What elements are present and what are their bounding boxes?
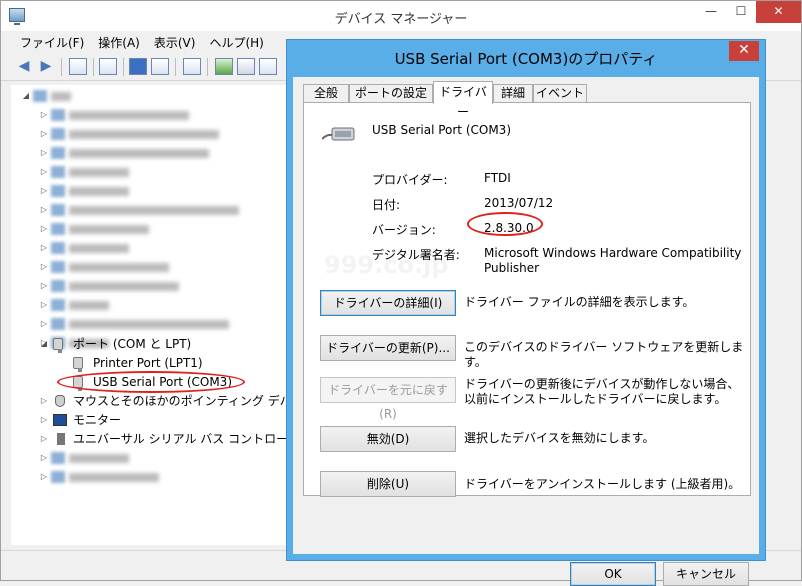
signer-label: デジタル署名者:: [372, 248, 460, 262]
usb-icon: [57, 433, 65, 445]
rollback-driver-desc: ドライバーの更新後にデバイスが動作しない場合、以前にインストールしたドライバーに…: [464, 377, 740, 406]
disable-button[interactable]: 無効(D): [320, 426, 456, 452]
window-controls: — ☐ ✕: [696, 1, 801, 23]
tab-details[interactable]: 詳細: [493, 84, 533, 103]
version-label: バージョン:: [372, 223, 436, 237]
date-label: 日付:: [372, 198, 401, 212]
tab-events[interactable]: イベント: [533, 84, 587, 103]
main-titlebar[interactable]: デバイス マネージャー — ☐ ✕: [1, 1, 801, 31]
back-arrow-icon[interactable]: ◀: [15, 58, 33, 75]
toolbar-separator: [207, 58, 208, 76]
view-icon[interactable]: [151, 58, 169, 75]
maximize-icon[interactable]: ☐: [726, 1, 756, 23]
tab-port-settings[interactable]: ポートの設定: [349, 84, 433, 103]
minimize-icon[interactable]: —: [696, 1, 726, 23]
tab-general[interactable]: 全般: [303, 84, 349, 103]
uninstall-desc: ドライバーをアンインストールします (上級者用)。: [464, 477, 741, 491]
expand-icon[interactable]: ▷: [39, 430, 49, 448]
expand-icon[interactable]: ▷: [39, 411, 49, 429]
mice-label: マウスとそのほかのポインティング デバイス: [73, 394, 316, 408]
device-tree[interactable]: ◢ ▷ ▷ ▷ ▷ ▷ ▷ ▷ ▷ ▷ ▷ ▷ ▷ ▷ ◢ ポート (COM と…: [11, 85, 315, 545]
menu-action[interactable]: 操作(A): [91, 31, 147, 53]
ok-button[interactable]: OK: [570, 562, 656, 586]
highlight-ellipse-usb-serial: [57, 371, 245, 393]
forward-arrow-icon[interactable]: ▶: [37, 58, 55, 75]
menu-file[interactable]: ファイル(F): [13, 31, 91, 53]
toolbar-separator: [123, 58, 124, 76]
device-name: USB Serial Port (COM3): [372, 123, 511, 137]
main-window-title: デバイス マネージャー: [334, 12, 468, 27]
toolbar-separator: [93, 58, 94, 76]
usb-controllers-label: ユニバーサル シリアル バス コントローラー: [73, 432, 313, 446]
menu-help[interactable]: ヘルプ(H): [202, 31, 270, 53]
monitors-label: モニター: [73, 413, 122, 427]
properties-dialog: USB Serial Port (COM3)のプロパティ ✕ 全般 ポートの設定…: [286, 39, 766, 586]
help-icon[interactable]: [129, 58, 147, 75]
show-hide-tree-icon[interactable]: [69, 58, 87, 75]
update-driver-button[interactable]: ドライバーの更新(P)...: [320, 335, 456, 361]
scan-hardware-icon[interactable]: [183, 58, 201, 75]
driver-details-button[interactable]: ドライバーの詳細(I): [320, 290, 456, 316]
port-icon: [73, 357, 83, 372]
dialog-title: USB Serial Port (COM3)のプロパティ: [394, 50, 658, 68]
printer-port-label: Printer Port (LPT1): [93, 356, 203, 370]
highlight-ellipse-version: [467, 212, 543, 236]
properties-icon[interactable]: [99, 58, 117, 75]
ports-label: ポート (COM と LPT): [73, 337, 192, 351]
serial-port-icon: [322, 127, 355, 141]
date-value: 2013/07/12: [484, 196, 554, 210]
collapse-icon[interactable]: ◢: [39, 335, 49, 353]
monitor-icon: [53, 414, 67, 426]
uninstall-button[interactable]: 削除(U): [320, 471, 456, 497]
dialog-body: 全般 ポートの設定 ドライバー 詳細 イベント 999.co.jp USB Se…: [293, 77, 759, 586]
uninstall-device-icon[interactable]: [237, 58, 255, 75]
expand-icon[interactable]: ◢: [21, 87, 31, 105]
mouse-icon: [55, 395, 65, 407]
menu-view[interactable]: 表示(V): [147, 31, 203, 53]
cancel-button[interactable]: キャンセル: [663, 562, 749, 586]
driver-details-desc: ドライバー ファイルの詳細を表示します。: [464, 295, 695, 309]
toolbar-separator: [61, 58, 62, 76]
update-driver-icon[interactable]: [215, 58, 233, 75]
driver-tab-panel: 999.co.jp USB Serial Port (COM3) プロバイダー:…: [303, 102, 751, 497]
computer-icon: [33, 90, 47, 102]
dialog-close-icon[interactable]: ✕: [729, 41, 759, 61]
disable-device-icon[interactable]: [259, 58, 277, 75]
port-icon: [53, 338, 63, 353]
provider-label: プロバイダー:: [372, 173, 448, 187]
rollback-driver-button[interactable]: ドライバーを元に戻す(R): [320, 377, 456, 421]
tab-driver[interactable]: ドライバー: [433, 81, 493, 119]
update-driver-desc: このデバイスのドライバー ソフトウェアを更新します。: [464, 340, 744, 369]
disable-desc: 選択したデバイスを無効にします。: [464, 431, 655, 445]
close-icon[interactable]: ✕: [756, 1, 801, 23]
expand-icon[interactable]: ▷: [39, 392, 49, 410]
toolbar-separator: [175, 58, 176, 76]
signer-value: Microsoft Windows Hardware Compatibility…: [484, 246, 742, 275]
provider-value: FTDI: [484, 171, 511, 185]
